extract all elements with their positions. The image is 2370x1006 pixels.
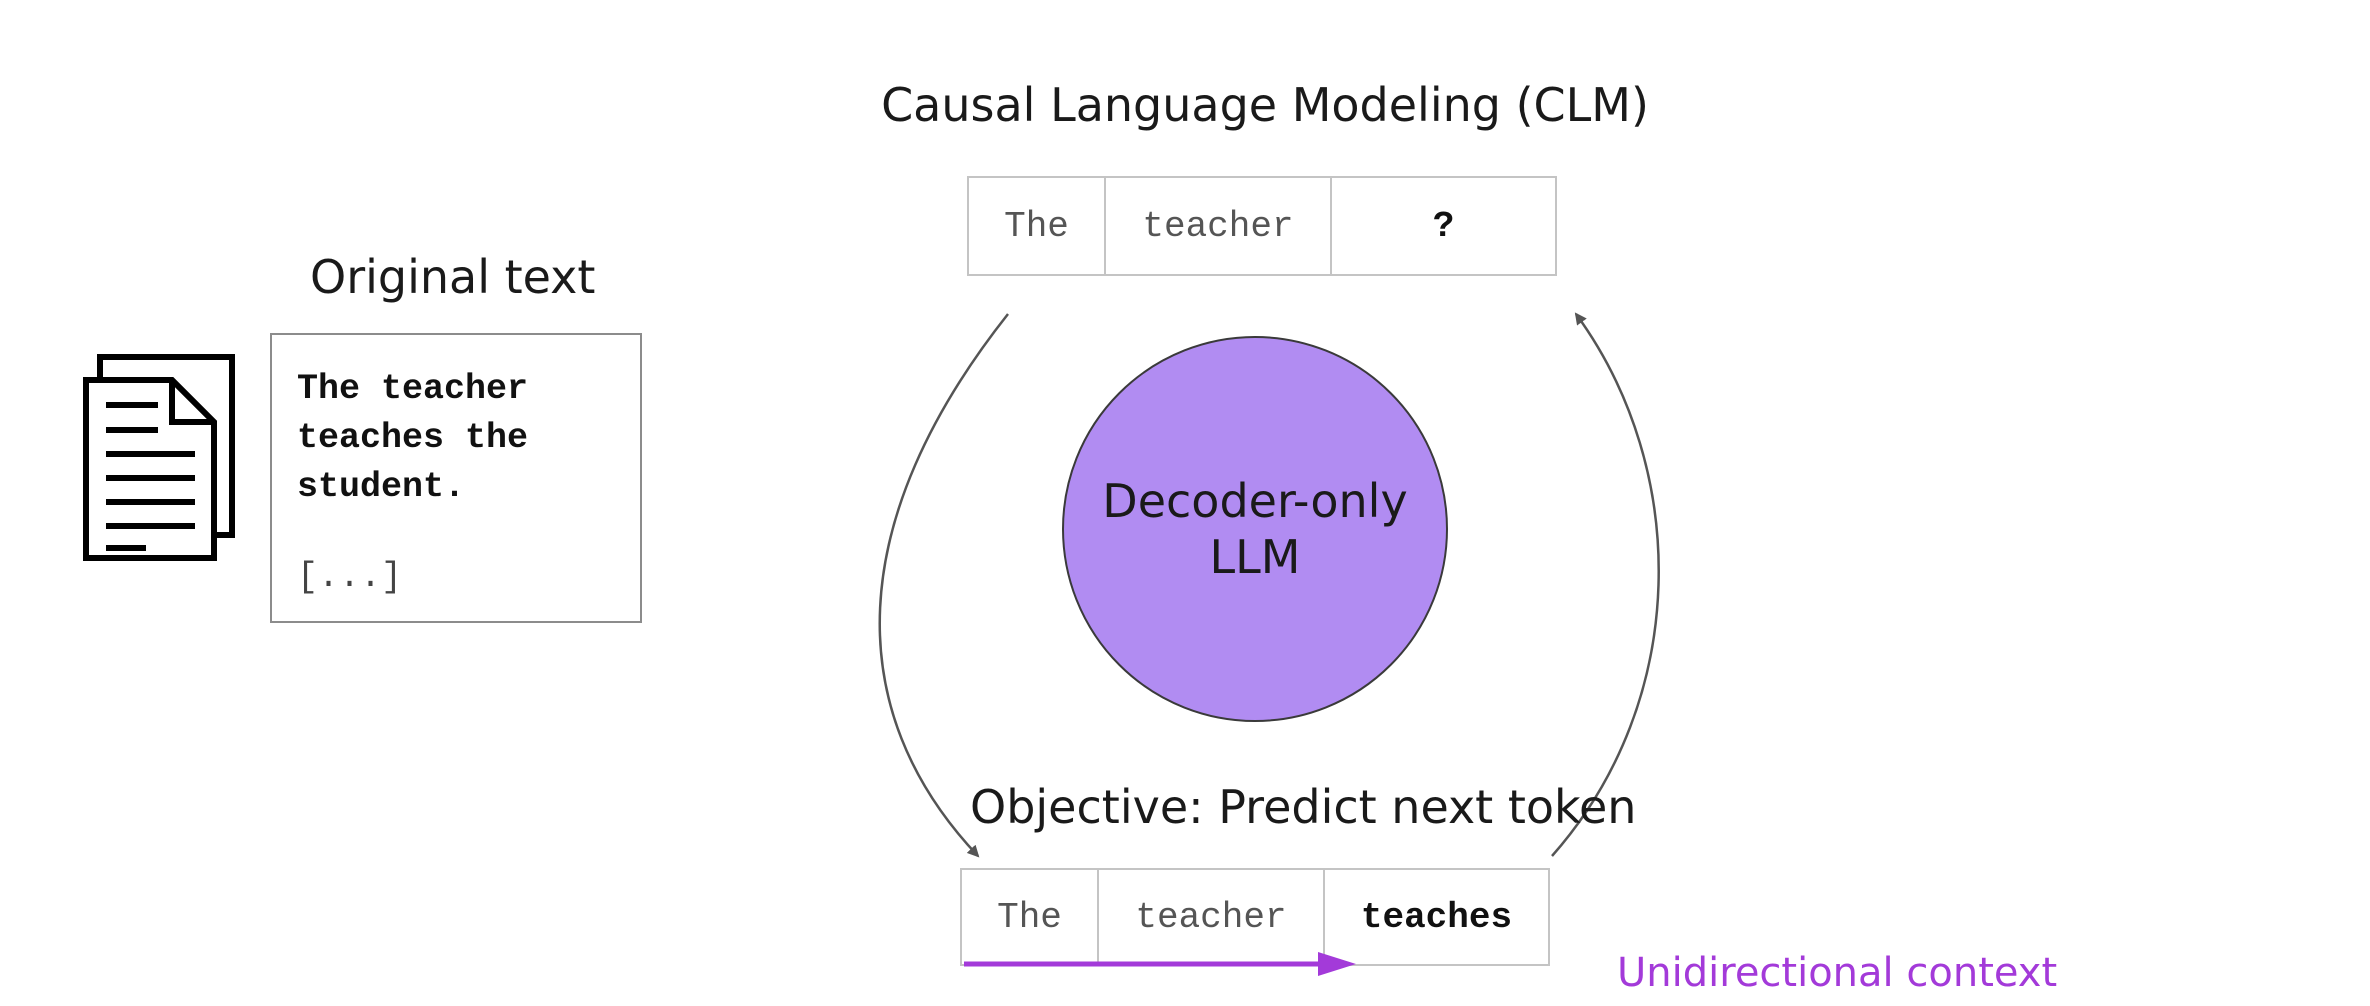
left-curved-arrow xyxy=(878,313,1009,858)
context-arrow xyxy=(964,952,1356,976)
unidirectional-context-label: Unidirectional context xyxy=(1617,950,2058,996)
model-label-line1: Decoder-only xyxy=(1102,474,1408,528)
decoder-only-llm: Decoder-only LLM xyxy=(1062,336,1448,722)
objective-label: Objective: Predict next token xyxy=(970,780,1637,834)
model-label-line2: LLM xyxy=(1209,530,1301,584)
right-curved-arrow xyxy=(1551,312,1660,857)
